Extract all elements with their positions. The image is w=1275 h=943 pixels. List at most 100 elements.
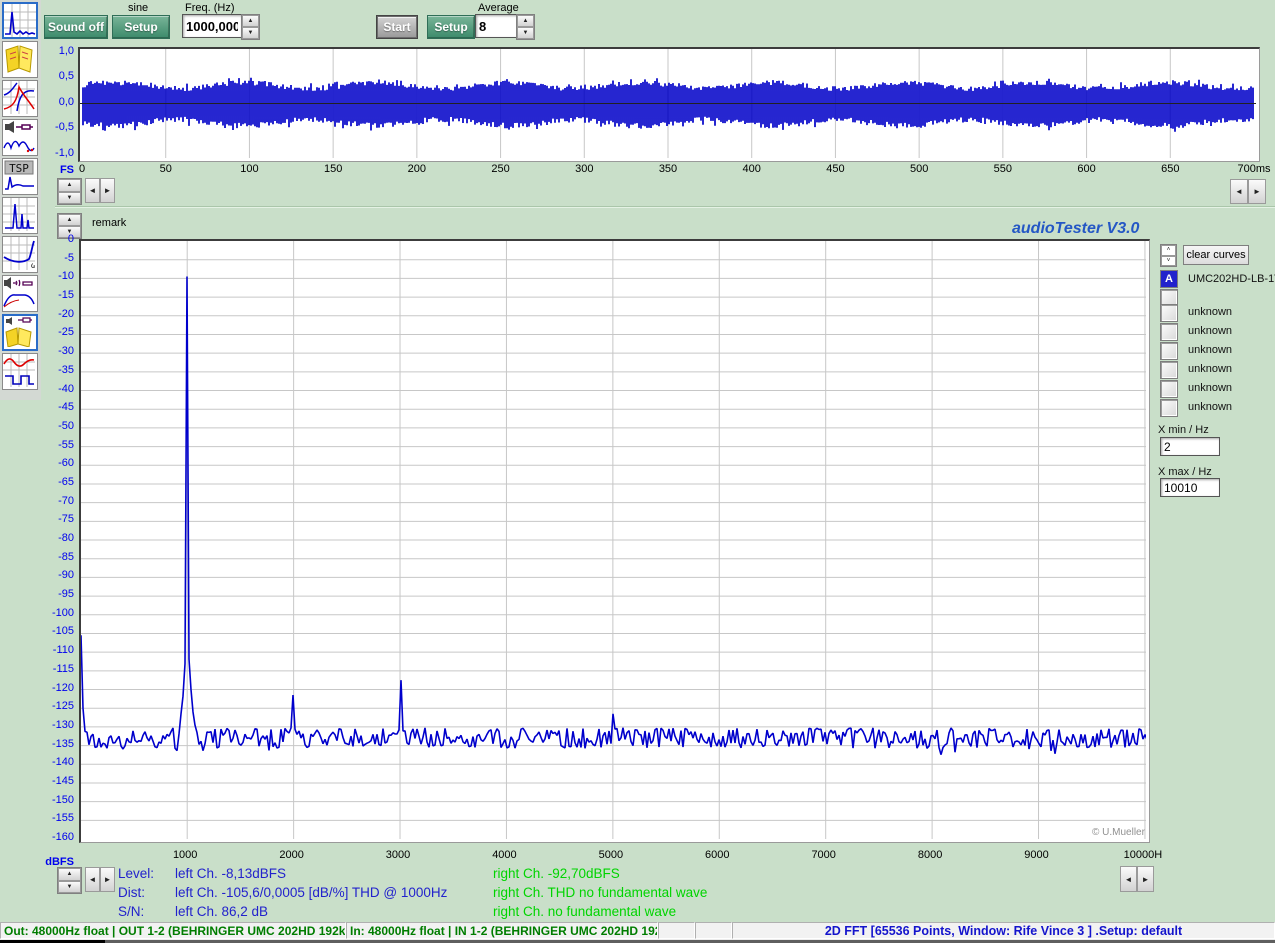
copyright-label: © U.Mueller — [1092, 827, 1145, 838]
axis-tick-label: -90 — [38, 569, 74, 581]
curve-checkbox[interactable] — [1160, 380, 1178, 398]
curve-label: unknown — [1188, 325, 1232, 337]
status-empty-section-2 — [695, 922, 732, 939]
axis-tick-label: -65 — [38, 476, 74, 488]
frequency-spin-down-icon[interactable]: ▼ — [242, 27, 259, 39]
axis-tick-label: 0 — [38, 233, 74, 245]
frequency-input[interactable] — [182, 14, 242, 38]
fft-zoom-down-icon[interactable]: ▼ — [58, 881, 81, 894]
scope-y-zoom-spinner[interactable]: ▲ ▼ — [57, 178, 82, 205]
curve-list-up-icon[interactable]: ˄ — [1161, 245, 1176, 256]
curve-checkbox[interactable] — [1160, 361, 1178, 379]
axis-tick-label: -120 — [38, 682, 74, 694]
sidebar-icon-impedance-speaker[interactable] — [2, 119, 38, 156]
average-spin-up-icon[interactable]: ▲ — [517, 15, 534, 27]
fft-zoom-up-icon[interactable]: ▲ — [58, 868, 81, 881]
sidebar-icon-signal-book[interactable] — [2, 41, 38, 78]
axis-tick-label: 3000 — [368, 849, 428, 861]
axis-tick-label: -100 — [38, 607, 74, 619]
curve-label: unknown — [1188, 401, 1232, 413]
axis-tick-label: -5 — [38, 252, 74, 264]
xmax-input[interactable] — [1160, 478, 1220, 497]
scope-zoom-down-icon[interactable]: ▼ — [58, 192, 81, 205]
sound-off-button[interactable]: Sound off — [44, 15, 108, 39]
analyzer-setup-button[interactable]: Setup — [427, 15, 475, 39]
axis-tick-label: 200 — [395, 163, 439, 175]
sidebar-icon-fft-spectrum[interactable] — [2, 2, 38, 39]
axis-tick-label: 300 — [562, 163, 606, 175]
axis-tick-label: 9000 — [1007, 849, 1067, 861]
axis-tick-label: -130 — [38, 719, 74, 731]
tsp-icon: TSP — [3, 159, 35, 192]
curve-checkbox[interactable] — [1160, 399, 1178, 417]
xmin-input[interactable] — [1160, 437, 1220, 456]
average-input[interactable] — [475, 14, 519, 38]
axis-tick-label: -25 — [38, 326, 74, 338]
scope-scroll-right2-icon[interactable]: ► — [1248, 179, 1266, 204]
scope-scroll-left-icon[interactable]: ◄ — [85, 178, 100, 203]
curve-list-spinner[interactable]: ˄ ˅ — [1160, 244, 1177, 267]
sidebar-icon-tsp-measurement[interactable]: TSP — [2, 158, 38, 195]
axis-tick-label: -140 — [38, 756, 74, 768]
fft-scroll-left-icon[interactable]: ◄ — [85, 867, 100, 892]
start-button[interactable]: Start — [377, 16, 417, 38]
fft-spectrum-curve — [81, 241, 1146, 839]
fft-scroll-right2-icon[interactable]: ► — [1137, 866, 1154, 892]
impedance-omega-icon: ω — [3, 237, 35, 270]
axis-tick-label: 400 — [730, 163, 774, 175]
axis-tick-label: 0,0 — [38, 96, 74, 108]
frequency-spinner[interactable]: ▲ ▼ — [241, 14, 260, 40]
speaker-microphone-icon — [3, 276, 35, 309]
clear-curves-button[interactable]: clear curves — [1183, 245, 1249, 265]
curve-list-down-icon[interactable]: ˅ — [1161, 256, 1176, 267]
status-output-text: Out: 48000Hz float | OUT 1-2 (BEHRINGER … — [1, 924, 346, 938]
average-spinner[interactable]: ▲ ▼ — [516, 14, 535, 40]
sidebar-icon-frequency-response[interactable] — [2, 80, 38, 117]
scope-right-scroll[interactable]: ◄ ► — [1230, 179, 1266, 204]
scope-zoom-up-icon[interactable]: ▲ — [58, 179, 81, 192]
dist-left-value: left Ch. -105,6/0,0005 [dB/%] THD @ 1000… — [175, 885, 447, 900]
axis-tick-label: 700ms — [1232, 163, 1275, 175]
fft-plot — [79, 239, 1150, 843]
scope-scroll-right-icon[interactable]: ► — [100, 178, 115, 203]
axis-tick-label: -150 — [38, 794, 74, 806]
curve-a-checkbox[interactable]: A — [1160, 270, 1178, 288]
fft-scroll-right-icon[interactable]: ► — [100, 867, 115, 892]
axis-tick-label: -30 — [38, 345, 74, 357]
sidebar-icon-impedance-omega[interactable]: ω — [2, 236, 38, 273]
average-spin-down-icon[interactable]: ▼ — [517, 27, 534, 39]
xmin-label: X min / Hz — [1158, 424, 1209, 436]
sidebar-icon-harmonics-spectrum[interactable] — [2, 197, 38, 234]
remark-spin-up-icon[interactable]: ▲ — [58, 214, 81, 226]
fft-right-scroll[interactable]: ◄ ► — [1120, 866, 1154, 892]
audiotester-window: TSP ω — [0, 0, 1275, 943]
status-bar: Out: 48000Hz float | OUT 1-2 (BEHRINGER … — [0, 922, 1275, 941]
dist-label: Dist: — [118, 885, 145, 900]
axis-tick-label: -115 — [38, 663, 74, 675]
fft-spectrum-icon — [4, 4, 36, 37]
scope-left-scroll[interactable]: ◄ ► — [85, 178, 115, 203]
curve-checkbox[interactable] — [1160, 342, 1178, 360]
axis-tick-label: -35 — [38, 364, 74, 376]
fft-left-scroll[interactable]: ◄ ► — [85, 867, 115, 892]
status-fft-text: 2D FFT [65536 Points, Window: Rife Vince… — [825, 924, 1182, 938]
fft-y-zoom-spinner[interactable]: ▲ ▼ — [57, 867, 82, 894]
axis-tick-label: 500 — [897, 163, 941, 175]
sidebar-icon-waveform-shapes[interactable] — [2, 353, 38, 390]
sidebar-icon-speaker-microphone[interactable] — [2, 275, 38, 312]
axis-tick-label: -70 — [38, 495, 74, 507]
axis-tick-label: 1,0 — [38, 45, 74, 57]
generator-setup-button[interactable]: Setup — [112, 15, 170, 39]
curve-a-name: UMC202HD-LB-1Vp — [1188, 273, 1275, 285]
curve-checkbox[interactable] — [1160, 304, 1178, 322]
status-empty-section-1 — [658, 922, 695, 939]
status-fft-section: 2D FFT [65536 Points, Window: Rife Vince… — [732, 922, 1275, 939]
axis-tick-label: -60 — [38, 457, 74, 469]
sidebar-icon-wave-book[interactable] — [2, 314, 38, 351]
curve-checkbox[interactable] — [1160, 323, 1178, 341]
scope-scroll-left2-icon[interactable]: ◄ — [1230, 179, 1248, 204]
freq-label: Freq. (Hz) — [185, 2, 235, 14]
axis-tick-label: 50 — [144, 163, 188, 175]
frequency-spin-up-icon[interactable]: ▲ — [242, 15, 259, 27]
fft-scroll-left2-icon[interactable]: ◄ — [1120, 866, 1137, 892]
